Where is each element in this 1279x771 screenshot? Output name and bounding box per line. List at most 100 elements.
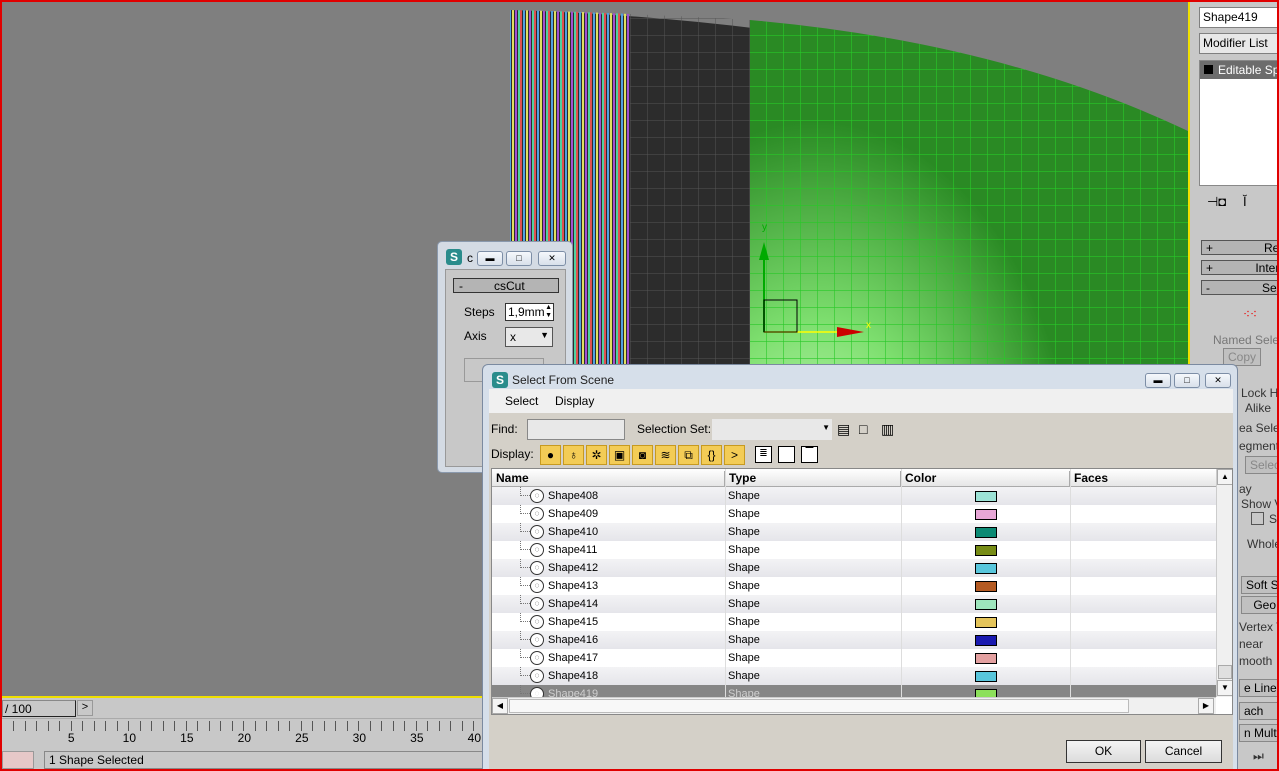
cameras-filter-icon[interactable]: ▣ [609,445,630,465]
tree-line [520,559,530,568]
display-none-icon[interactable] [778,446,795,463]
groups-filter-icon[interactable]: ⧉ [678,445,699,465]
lock-handles-label[interactable]: Lock H [1241,386,1277,400]
ruler-tick [220,721,221,731]
ruler-tick [243,721,244,731]
rollout-rendering[interactable]: + Ren [1201,240,1277,255]
go-to-end-icon[interactable]: ⏭ [1253,749,1264,764]
cscut-rollout-header[interactable]: - csCut [453,278,559,293]
shapes-filter-icon[interactable]: ♁ [563,445,584,465]
scroll-left-icon[interactable]: ◀ [492,698,508,714]
modifier-list-dropdown[interactable]: Modifier List [1199,33,1277,54]
row-name: Shape416 [548,634,599,646]
scroll-up-icon[interactable]: ▲ [1217,469,1232,485]
select-none-icon[interactable]: □ [859,421,867,437]
table-row[interactable]: ◌ Shape416 Shape [492,631,1216,649]
minimize-button[interactable]: ▬ [477,251,503,266]
maxscript-listener[interactable] [2,751,34,769]
alike-label[interactable]: Alike [1245,401,1271,415]
table-row[interactable]: ◌ Shape417 Shape [492,649,1216,667]
rollout-selection[interactable]: - Sele [1201,280,1277,295]
table-row[interactable]: ◌ Shape414 Shape [492,595,1216,613]
column-name[interactable]: Name [492,471,725,487]
show-vertex-numbers-label[interactable]: Show V [1241,497,1277,511]
show-end-result-icon[interactable]: Ĭ [1243,194,1247,209]
bones-filter-icon[interactable]: > [724,445,745,465]
hscroll-thumb[interactable] [509,699,1129,713]
selected-only-checkbox[interactable] [1251,512,1264,525]
expand-icon[interactable] [1204,65,1213,74]
track-bar[interactable]: 5 10 15 20 25 30 35 40 [2,718,497,745]
minimize-button[interactable]: ▬ [1145,373,1171,388]
table-row[interactable]: ◌ Shape412 Shape [492,559,1216,577]
rollout-sign: - [1206,281,1210,295]
selection-set-dropdown[interactable]: ▼ [712,419,832,440]
menu-display[interactable]: Display [555,394,594,408]
axis-dropdown[interactable]: x ▼ [505,327,553,347]
row-type: Shape [728,580,760,592]
scroll-down-icon[interactable]: ▼ [1217,680,1232,696]
ruler-tick [473,721,474,731]
rollout-interpolation[interactable]: + Interp [1201,260,1277,275]
segment-end-label[interactable]: egment [1239,439,1277,453]
spacewarps-filter-icon[interactable]: ≋ [655,445,676,465]
column-faces[interactable]: Faces [1070,471,1216,487]
geometry-rollout[interactable]: Geo [1241,596,1277,614]
find-input[interactable] [527,419,625,440]
ruler-label: 40 [467,731,482,745]
chevron-down-icon: ▼ [822,423,830,432]
maximize-button[interactable]: □ [1174,373,1200,388]
vertex-mode-icon[interactable]: ⁖⁖ [1243,307,1257,321]
tree-line [520,577,530,586]
table-row[interactable]: ◌ Shape415 Shape [492,613,1216,631]
ok-button[interactable]: OK [1066,740,1141,763]
attach-mult-button[interactable]: n Mult. [1239,724,1277,742]
select-all-icon[interactable]: ▤ [837,421,850,438]
maximize-button[interactable]: □ [506,251,532,266]
time-slider[interactable]: / 100 [2,700,76,717]
linear-radio[interactable]: near [1239,637,1263,651]
select-by-button[interactable]: Selec [1245,456,1277,474]
table-row[interactable]: ◌ Shape418 Shape [492,667,1216,685]
close-button[interactable]: ✕ [538,251,566,266]
geometry-filter-icon[interactable]: ● [540,445,561,465]
steps-spinner[interactable]: 1,9mm ▲ ▼ [505,303,554,321]
scroll-right-icon[interactable]: ▶ [1198,698,1214,714]
column-type[interactable]: Type [725,471,901,487]
shape-icon: ◌ [530,489,544,503]
cancel-button[interactable]: Cancel [1145,740,1222,763]
menu-select[interactable]: Select [505,394,538,408]
area-selection-label[interactable]: ea Sele [1239,421,1277,435]
scroll-thumb[interactable] [1218,665,1232,679]
table-row[interactable]: ◌ Shape411 Shape [492,541,1216,559]
display-invert-icon[interactable]: ▔ [801,446,818,463]
smooth-radio[interactable]: mooth [1239,654,1272,668]
table-row[interactable]: ◌ Shape408 Shape [492,487,1216,505]
display-all-icon[interactable]: ≣ [755,446,772,463]
column-color[interactable]: Color [901,471,1070,487]
shape-icon: ◌ [530,525,544,539]
next-frame-button[interactable]: > [77,700,93,716]
create-line-button[interactable]: e Line [1239,679,1277,697]
ruler-label: 10 [122,731,137,745]
pin-stack-icon[interactable]: ⊣◘ [1207,194,1226,210]
ruler-tick [82,721,83,731]
horizontal-scrollbar[interactable]: ◀ ▶ [492,697,1216,714]
helpers-filter-icon[interactable]: ◙ [632,445,653,465]
ruler-tick [415,721,417,731]
table-row[interactable]: ◌ Shape409 Shape [492,505,1216,523]
object-name-field[interactable]: Shape419 [1199,7,1277,28]
table-row[interactable]: ◌ Shape410 Shape [492,523,1216,541]
vertical-scrollbar[interactable]: ▲ ▼ [1216,469,1232,697]
spinner-arrows-icon[interactable]: ▲ ▼ [545,304,552,320]
close-button[interactable]: ✕ [1205,373,1231,388]
shape-icon: ◌ [530,669,544,683]
attach-button[interactable]: ach [1239,702,1277,720]
lights-filter-icon[interactable]: ✲ [586,445,607,465]
stack-item-editable-spline[interactable]: Editable Sp [1200,61,1277,79]
xrefs-filter-icon[interactable]: {} [701,445,722,465]
soft-selection-rollout[interactable]: Soft S [1241,576,1277,594]
table-row[interactable]: ◌ Shape413 Shape [492,577,1216,595]
select-invert-icon[interactable]: ▥ [881,421,894,438]
cscut-titlebar[interactable]: S c ▬ □ ✕ [438,242,572,270]
